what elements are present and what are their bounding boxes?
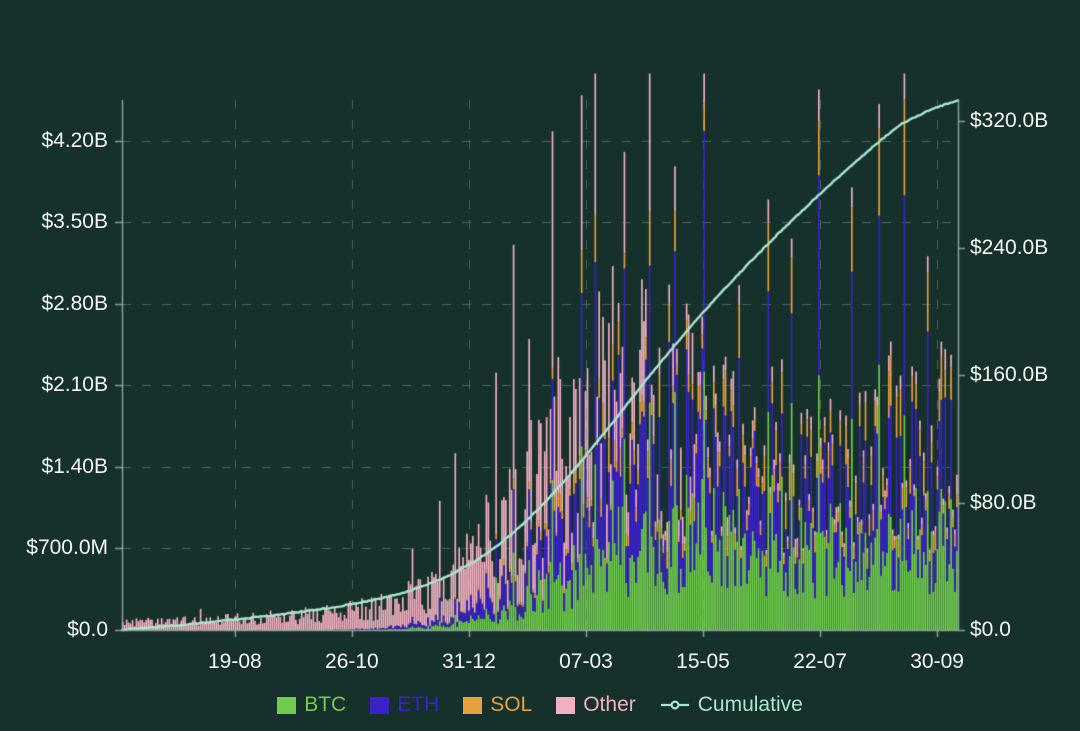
legend-item-eth[interactable]: ETH [370, 693, 439, 717]
legend-swatch-icon [370, 697, 389, 714]
legend-item-btc[interactable]: BTC [277, 693, 346, 717]
legend-label: ETH [397, 693, 439, 717]
legend-label: Cumulative [698, 693, 803, 717]
legend-item-other[interactable]: Other [556, 693, 636, 717]
legend-swatch-icon [556, 697, 575, 714]
chart-plot-area[interactable] [0, 0, 1080, 731]
legend-item-cumulative[interactable]: Cumulative [660, 693, 803, 717]
legend-swatch-icon [463, 697, 482, 714]
legend-label: BTC [304, 693, 346, 717]
legend-swatch-icon [277, 697, 296, 714]
legend-label: Other [583, 693, 636, 717]
volume-chart-widget: Total Volume Select coins $0.0$700.0M$1.… [0, 0, 1080, 731]
legend-label: SOL [490, 693, 532, 717]
legend-item-sol[interactable]: SOL [463, 693, 532, 717]
legend-line-circle-icon [660, 698, 690, 712]
chart-legend: BTC ETH SOL Other Cumulative [0, 687, 1080, 723]
